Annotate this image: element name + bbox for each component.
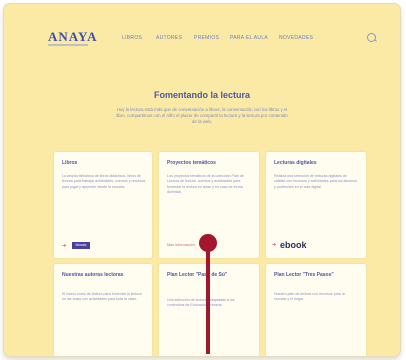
card-nuestras-autoras[interactable]: Nuestras autoras lectoras El nuevo curso… — [54, 264, 152, 356]
page-title: Fomentando la lectura — [153, 90, 251, 100]
nav-item-libros[interactable]: LIBROS — [122, 35, 142, 41]
card-title: Proyectos temáticos — [167, 160, 216, 166]
card-title: Lecturas digitales — [274, 160, 317, 166]
pointer-dot — [199, 234, 217, 252]
page-subtitle: Hoy la lectura está más que de conversac… — [116, 107, 288, 124]
card-libros[interactable]: Libros La amplia biblioteca de libros di… — [54, 152, 152, 258]
pointer-stick — [206, 246, 210, 354]
card-text: Nuestro plan de lectura con recursos par… — [274, 292, 345, 302]
nav-item-novedades[interactable]: NOVEDADES — [279, 35, 313, 41]
card-text: Los proyectos temáticos de la colección … — [167, 174, 244, 195]
site-header: ANAYA LIBROS AUTORES PREMIOS PARA EL AUL… — [4, 4, 400, 66]
mosaic-badge[interactable]: Mosaic — [72, 242, 90, 249]
card-title: Libros — [62, 160, 78, 166]
arrow-icon: ➜ — [272, 242, 277, 248]
card-text: El nuevo curso de lectura para fomentar … — [62, 292, 142, 302]
search-icon[interactable] — [367, 33, 376, 42]
more-info-link[interactable]: Más información — [167, 243, 195, 247]
arrow-icon: ➜ — [62, 243, 67, 249]
card-text: La amplia biblioteca de libros didáctico… — [62, 174, 146, 189]
nav-item-autores[interactable]: AUTORES — [156, 35, 182, 41]
nav-item-premios[interactable]: PREMIOS — [194, 35, 219, 41]
card-title: Plan Lector "Tres Pasos" — [274, 272, 334, 278]
card-plan-lector-tres-pasos[interactable]: Plan Lector "Tres Pasos" Nuestro plan de… — [266, 264, 366, 356]
nav-item-para-el-aula[interactable]: PARA EL AULA — [230, 35, 268, 41]
card-title: Nuestras autoras lectoras — [62, 272, 124, 278]
card-text: Realiza una selección de lecturas digita… — [274, 174, 358, 189]
ebook-logo[interactable]: ebook — [280, 240, 307, 250]
browser-frame: ANAYA LIBROS AUTORES PREMIOS PARA EL AUL… — [4, 4, 400, 356]
card-lecturas-digitales[interactable]: Lecturas digitales Realiza una selección… — [266, 152, 366, 258]
main-nav: LIBROS AUTORES PREMIOS PARA EL AULA NOVE… — [4, 35, 400, 45]
